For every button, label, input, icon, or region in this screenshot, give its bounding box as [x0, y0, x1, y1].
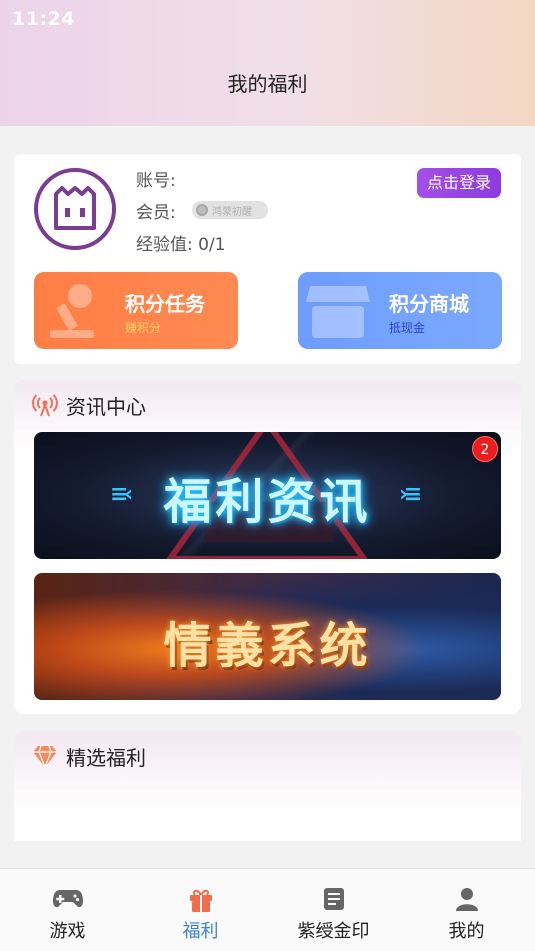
exp-row: 经验值: 0/1	[136, 230, 226, 255]
member-badge: 鸿蒙初醒	[192, 201, 268, 219]
status-time: 11:24	[12, 8, 75, 30]
gift-icon	[189, 889, 212, 912]
news-section-header: 资讯中心	[32, 392, 146, 419]
broadcast-icon	[32, 394, 58, 417]
gamepad-icon	[52, 890, 83, 908]
microscope-icon	[50, 284, 94, 338]
member-label: 会员:	[136, 203, 176, 223]
default-avatar-icon	[54, 186, 96, 230]
featured-section-title: 精选福利	[66, 745, 146, 770]
welfare-news-banner[interactable]: ≡ ‹ 福利资讯 › ≡	[34, 432, 501, 559]
banner-title: 福利资讯	[163, 474, 372, 530]
chevron-right-decoration: › ≡	[399, 482, 422, 507]
member-badge-text: 鸿蒙初醒	[212, 206, 252, 218]
bottom-navigation: 游戏 福利 紫绶金印 我的	[0, 868, 535, 951]
avatar[interactable]	[34, 168, 116, 250]
brotherhood-system-banner[interactable]: 情義系统	[34, 573, 501, 700]
page-title: 我的福利	[227, 72, 308, 96]
banner-title: 情義系统	[163, 618, 372, 674]
exp-label: 经验值:	[136, 235, 193, 255]
exp-value: 0/1	[198, 235, 226, 255]
document-icon	[323, 888, 344, 910]
tile-title: 积分任务	[125, 292, 205, 316]
nav-label: 我的	[448, 921, 485, 942]
news-center-section: 资讯中心 ≡ ‹ 福利资讯 › ≡ 情義系统	[14, 380, 521, 714]
account-label: 账号:	[136, 171, 176, 191]
nav-label: 福利	[182, 921, 219, 942]
nav-label: 紫绶金印	[297, 921, 370, 942]
nav-item-welfare[interactable]: 福利	[134, 869, 267, 951]
page-header: 11:24 我的福利	[0, 0, 535, 126]
badge-dot-icon	[196, 204, 208, 216]
notification-badge: 2	[472, 436, 498, 462]
tile-subtitle: 赚积分	[125, 321, 162, 335]
account-card: 账号: 会员: 鸿蒙初醒 经验值: 0/1 点击登录 积分任务 赚积分 积分商城…	[14, 154, 521, 364]
diamond-icon	[33, 745, 57, 768]
nav-item-profile[interactable]: 我的	[400, 869, 533, 951]
points-tasks-tile[interactable]: 积分任务 赚积分	[34, 272, 238, 349]
nav-label: 游戏	[49, 921, 86, 942]
nav-item-purple-seal[interactable]: 紫绶金印	[267, 869, 400, 951]
points-mall-tile[interactable]: 积分商城 抵现金	[298, 272, 502, 349]
nav-item-games[interactable]: 游戏	[1, 869, 134, 951]
featured-welfare-section: 精选福利	[14, 731, 521, 841]
featured-section-header: 精选福利	[32, 743, 146, 770]
tile-subtitle: 抵现金	[389, 321, 426, 335]
tile-title: 积分商城	[389, 292, 469, 316]
news-section-title: 资讯中心	[66, 394, 146, 419]
shop-icon	[306, 286, 370, 338]
user-icon	[455, 888, 478, 911]
login-button[interactable]: 点击登录	[417, 168, 501, 198]
